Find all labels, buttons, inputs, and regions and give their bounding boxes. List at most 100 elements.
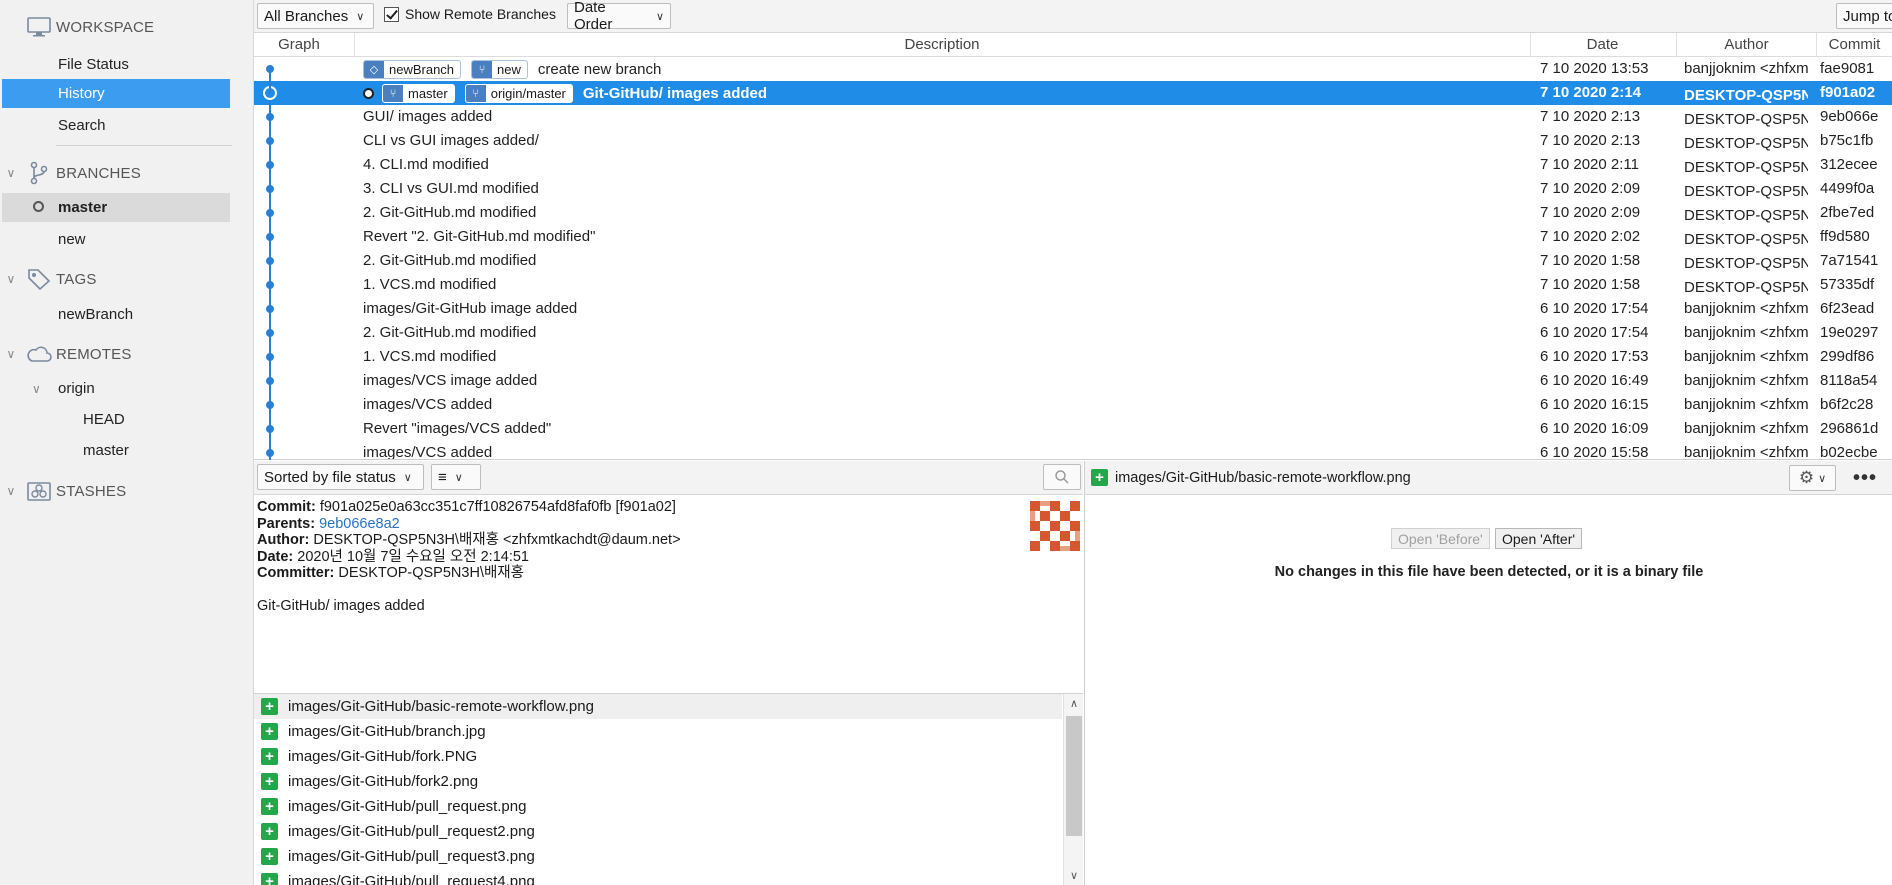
parent-commit-link[interactable]: 9eb066e8a2 [319, 516, 400, 532]
column-header-graph[interactable]: Graph [254, 36, 344, 53]
commit-row[interactable]: 3. CLI vs GUI.md modified 7 10 2020 2:09 D… [254, 177, 1892, 201]
tag-label[interactable]: ◇ newBranch [363, 60, 462, 79]
branch-label[interactable]: ⑂ origin/master [464, 84, 573, 103]
author-line: Author: DESKTOP-QSP5N3H\배재홍 <zhfxmtkachd… [257, 532, 1080, 549]
tags-header[interactable]: ∨ TAGS [0, 264, 254, 294]
commit-dot[interactable] [266, 425, 274, 433]
sort-select[interactable]: Sorted by file status ∨ [257, 464, 424, 490]
sidebar-item-label: History [58, 85, 105, 102]
sidebar-item-origin[interactable]: ∨ origin [2, 374, 230, 403]
commit-dot[interactable] [266, 113, 274, 121]
commit-dot[interactable] [266, 209, 274, 217]
branch-label[interactable]: ⑂ master [382, 84, 455, 103]
commit-row[interactable]: ⑂ master ⑂ origin/master Git-GitHub/ images … [254, 81, 1892, 105]
file-row[interactable]: + images/Git-GitHub/pull_request4.png [254, 869, 1062, 885]
commit-row[interactable]: GUI/ images added 7 10 2020 2:13 DESKTOP-Q… [254, 105, 1892, 129]
sidebar-item-file-status[interactable]: File Status [2, 50, 230, 79]
sourcetree-window: WORKSPACE File Status History Search ∨ B… [0, 0, 1892, 885]
workspace-label: WORKSPACE [56, 18, 155, 36]
commit-dot[interactable] [266, 185, 274, 193]
commit-row[interactable]: ◇ newBranch ⑂ new create new branch 7 10 2020… [254, 57, 1892, 81]
scroll-up-icon[interactable]: ∧ [1064, 697, 1083, 710]
sidebar-item-label: master [83, 442, 129, 459]
stashes-header[interactable]: ∨ STASHES [0, 476, 254, 506]
sidebar-item-origin-master[interactable]: master [2, 436, 230, 465]
commit-row[interactable]: 2. Git-GitHub.md modified 7 10 2020 2:09 D… [254, 201, 1892, 225]
commit-row[interactable]: 4. CLI.md modified 7 10 2020 2:11 DESKTOP-… [254, 153, 1892, 177]
settings-button[interactable]: ⚙ ∨ [1789, 465, 1836, 491]
sidebar-item-master[interactable]: master [2, 193, 230, 222]
commit-message: images/VCS added [363, 396, 493, 413]
commit-row[interactable]: Revert "2. Git-GitHub.md modified" 7 10 2… [254, 225, 1892, 249]
commit-row[interactable]: 2. Git-GitHub.md modified 6 10 2020 17:54… [254, 321, 1892, 345]
divider [56, 145, 232, 146]
commit-dot[interactable] [266, 161, 274, 169]
column-header-author[interactable]: Author [1677, 36, 1816, 53]
column-header-commit[interactable]: Commit [1817, 36, 1892, 53]
commit-dot[interactable] [266, 353, 274, 361]
commit-dot[interactable] [266, 305, 274, 313]
file-row[interactable]: + images/Git-GitHub/fork.PNG [254, 744, 1062, 769]
sidebar-item-new[interactable]: new [2, 225, 230, 254]
jump-to-button[interactable]: Jump to [1836, 3, 1892, 29]
commit-row[interactable]: images/VCS image added 6 10 2020 16:49 ban… [254, 369, 1892, 393]
file-row[interactable]: + images/Git-GitHub/pull_request3.png [254, 844, 1062, 869]
stash-icon [22, 480, 56, 502]
branch-label[interactable]: ⑂ new [471, 60, 528, 79]
commit-author: DESKTOP-QSP5N3H\배재홍 [1684, 183, 1808, 200]
sidebar-item-search[interactable]: Search [2, 111, 230, 140]
commit-author: DESKTOP-QSP5N3H\배재홍 [1684, 279, 1808, 296]
branches-header[interactable]: ∨ BRANCHES [0, 158, 254, 188]
more-options-icon[interactable]: ••• [1853, 467, 1877, 490]
file-row[interactable]: + images/Git-GitHub/branch.jpg [254, 719, 1062, 744]
commit-message: 1. VCS.md modified [363, 276, 497, 293]
branches-select[interactable]: All Branches ∨ [257, 3, 374, 29]
sidebar-item-history[interactable]: History [2, 79, 230, 108]
commit-dot[interactable] [266, 281, 274, 289]
commit-message: 2. Git-GitHub.md modified [363, 204, 537, 221]
remotes-header[interactable]: ∨ REMOTES [0, 339, 254, 369]
added-file-icon: + [1091, 469, 1108, 486]
commit-dot[interactable] [266, 137, 274, 145]
file-row[interactable]: + images/Git-GitHub/pull_request.png [254, 794, 1062, 819]
commit-row[interactable]: CLI vs GUI images added/7 10 2020 2:13 DE… [254, 129, 1892, 153]
file-row[interactable]: + images/Git-GitHub/basic-remote-workflow… [254, 694, 1062, 719]
monitor-icon [22, 17, 56, 37]
view-mode-select[interactable]: ≡ ∨ [431, 464, 481, 490]
commit-message: Revert "images/VCS added" [363, 420, 552, 437]
scrollbar-thumb[interactable] [1066, 716, 1082, 836]
sidebar-item-newbranch[interactable]: newBranch [2, 300, 230, 329]
scroll-down-icon[interactable]: ∨ [1064, 869, 1083, 882]
file-row[interactable]: + images/Git-GitHub/fork2.png [254, 769, 1062, 794]
file-row[interactable]: + images/Git-GitHub/pull_request2.png [254, 819, 1062, 844]
commit-row[interactable]: 1. VCS.md modified 7 10 2020 1:58 DESKTOP-… [254, 273, 1892, 297]
commit-dot[interactable] [266, 329, 274, 337]
open-before-button[interactable]: Open 'Before' [1391, 528, 1490, 549]
sidebar-item-head[interactable]: HEAD [2, 405, 230, 434]
remotes-label: REMOTES [56, 345, 132, 363]
order-select[interactable]: Date Order ∨ [567, 0, 671, 33]
tag-icon: ◇ [364, 61, 384, 78]
open-after-button[interactable]: Open 'After' [1495, 528, 1583, 549]
show-remote-branches-checkbox[interactable]: Show Remote Branches [384, 6, 556, 22]
commit-dot[interactable] [266, 401, 274, 409]
commit-dot[interactable] [266, 233, 274, 241]
file-list-scrollbar[interactable]: ∧ ∨ [1063, 694, 1083, 885]
column-header-date[interactable]: Date [1531, 36, 1674, 53]
commit-row[interactable]: Revert "images/VCS added" 6 10 2020 16:09… [254, 417, 1892, 441]
commit-date: 7 10 2020 2:11 [1540, 156, 1639, 173]
search-button[interactable] [1043, 464, 1081, 490]
commit-row[interactable]: images/VCS added 6 10 2020 16:15 banjjokni… [254, 393, 1892, 417]
commit-dot[interactable] [266, 377, 274, 385]
workspace-header[interactable]: WORKSPACE [0, 12, 254, 42]
commit-row[interactable]: images/VCS added 6 10 2020 15:58 banjjokni… [254, 441, 1892, 459]
author-value: DESKTOP-QSP5N3H\배재홍 <zhfxmtkachdt@daum.n… [313, 532, 681, 549]
column-header-description[interactable]: Description [355, 36, 1529, 53]
commit-row[interactable]: 2. Git-GitHub.md modified 7 10 2020 1:58 D… [254, 249, 1892, 273]
commit-dot[interactable] [266, 449, 274, 457]
commit-row[interactable]: images/Git-GitHub image added 6 10 2020 1… [254, 297, 1892, 321]
commit-dot[interactable] [266, 257, 274, 265]
commit-hash: 4499f0a [1820, 180, 1875, 197]
commit-row[interactable]: 1. VCS.md modified 6 10 2020 17:53 banjjok… [254, 345, 1892, 369]
sidebar-item-label: newBranch [58, 306, 134, 323]
